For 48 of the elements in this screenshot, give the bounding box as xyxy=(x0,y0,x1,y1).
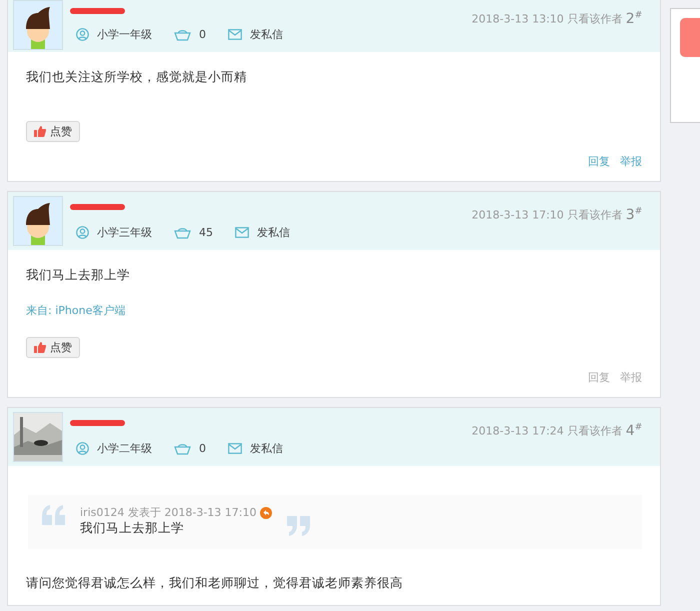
floor-number: 2$^{#}$ xyxy=(626,10,642,27)
action-link[interactable]: 回复 xyxy=(588,370,610,385)
avatar-drawing[interactable] xyxy=(14,1,62,49)
coin-count: 0 xyxy=(199,442,206,455)
source-link[interactable]: 来自: iPhone客户端 xyxy=(26,301,642,321)
post-time: 2018-3-13 13:10 xyxy=(472,12,564,26)
close-quote-icon xyxy=(286,516,310,536)
like-button[interactable]: 点赞 xyxy=(26,121,80,142)
thumbs-up-icon xyxy=(34,342,46,353)
avatar-drawing[interactable] xyxy=(14,197,62,245)
mail-icon xyxy=(235,227,249,238)
grade-label: 小学三年级 xyxy=(97,225,152,240)
message-link[interactable]: 发私信 xyxy=(250,27,283,42)
action-link[interactable]: 举报 xyxy=(620,370,642,385)
grade-label: 小学一年级 xyxy=(97,27,152,42)
user-icon xyxy=(76,226,89,239)
action-link[interactable]: 回复 xyxy=(588,154,610,169)
redaction-mark xyxy=(70,420,125,426)
mail-icon xyxy=(228,443,242,454)
floor-number: 4$^{#}$ xyxy=(626,422,642,439)
redaction-mark xyxy=(70,8,125,14)
author-only-link[interactable]: 只看该作者 xyxy=(567,424,622,438)
grade-label: 小学二年级 xyxy=(97,441,152,456)
user-icon xyxy=(76,442,89,455)
author-only-link[interactable]: 只看该作者 xyxy=(567,208,622,222)
like-button[interactable]: 点赞 xyxy=(26,337,80,358)
post-text: 我们马上去那上学 xyxy=(26,266,131,284)
post-time: 2018-3-13 17:10 xyxy=(472,208,564,222)
quote-text: 我们马上去那上学 xyxy=(80,520,185,537)
coin-count: 45 xyxy=(199,226,213,239)
thumbs-up-icon xyxy=(34,126,46,137)
ingot-icon xyxy=(174,442,191,454)
floor-number: 3$^{#}$ xyxy=(626,206,642,223)
user-icon xyxy=(76,28,89,41)
redaction-mark xyxy=(70,204,125,210)
author-only-link[interactable]: 只看该作者 xyxy=(567,12,622,26)
action-link[interactable]: 举报 xyxy=(620,154,642,169)
post-time: 2018-3-13 17:24 xyxy=(472,424,564,438)
open-quote-icon xyxy=(42,505,66,525)
post-text: 我们也关注这所学校，感觉就是小而精 xyxy=(26,68,248,86)
ingot-icon xyxy=(174,28,191,40)
message-link[interactable]: 发私信 xyxy=(250,441,283,456)
message-link[interactable]: 发私信 xyxy=(257,225,290,240)
quote-meta: iris0124 发表于 2018-3-13 17:10 xyxy=(80,505,256,520)
mail-icon xyxy=(228,29,242,40)
coin-count: 0 xyxy=(199,28,206,41)
ingot-icon xyxy=(174,226,191,238)
post-text: 请问您觉得君诚怎么样，我们和老师聊过，觉得君诚老师素养很高 xyxy=(26,574,404,592)
